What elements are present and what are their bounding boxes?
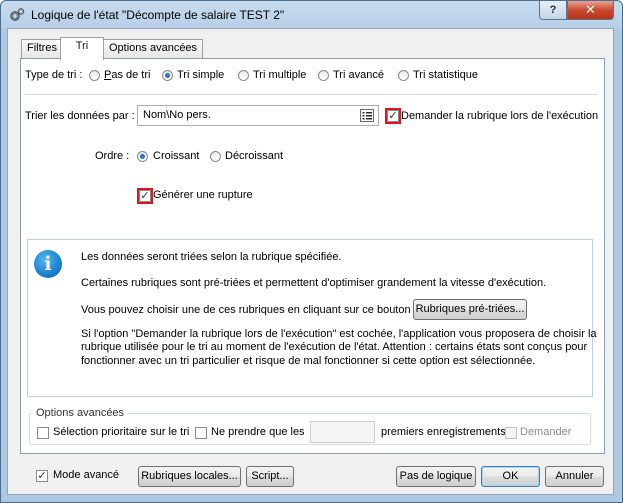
limit-records-input[interactable] xyxy=(310,421,375,443)
radio-pas-de-tri-text: as de tri xyxy=(111,69,151,81)
radio-decroissant-label[interactable]: Décroissant xyxy=(225,150,283,162)
script-button[interactable]: Script... xyxy=(246,466,294,487)
radio-tri-multiple-label[interactable]: Tri multiple xyxy=(253,69,306,81)
ask-field-checkbox[interactable]: ✓ xyxy=(385,108,401,124)
separator xyxy=(24,94,598,95)
ok-button[interactable]: OK xyxy=(481,466,540,487)
sort-field-input[interactable]: Nom\No pers. xyxy=(137,105,379,126)
order-label: Ordre : xyxy=(95,150,130,162)
radio-decroissant[interactable] xyxy=(210,151,221,162)
no-logic-button[interactable]: Pas de logique xyxy=(396,466,476,487)
info-line-3: Vous pouvez choisir une de ces rubriques… xyxy=(81,304,417,316)
info-note-3: fonctionner avec un tri particulier et r… xyxy=(81,355,536,367)
radio-tri-statistique[interactable] xyxy=(398,70,409,81)
advanced-options-legend: Options avancées xyxy=(33,407,128,419)
radio-tri-multiple[interactable] xyxy=(238,70,249,81)
limit-records-checkbox[interactable] xyxy=(195,427,207,439)
sort-type-label: Type de tri : xyxy=(25,69,83,81)
radio-croissant[interactable] xyxy=(137,151,148,162)
radio-croissant-label[interactable]: Croissant xyxy=(153,150,199,162)
panel-content: Type de tri : Pas de tri Tri simple Tri … xyxy=(0,0,623,503)
ask-field-label[interactable]: Demander la rubrique lors de l'exécution xyxy=(401,110,598,122)
radio-tri-simple-label[interactable]: Tri simple xyxy=(177,69,224,81)
info-line-1: Les données seront triées selon la rubri… xyxy=(81,251,342,263)
limit-records-label[interactable]: Ne prendre que les xyxy=(211,426,305,438)
sort-by-label: Trier les données par : xyxy=(25,110,135,122)
priority-selection-label[interactable]: Sélection prioritaire sur le tri xyxy=(53,426,189,438)
presorted-fields-button[interactable]: Rubriques pré-triées... xyxy=(413,299,527,320)
radio-pas-de-tri[interactable] xyxy=(89,70,100,81)
list-picker-icon[interactable] xyxy=(359,108,375,123)
info-line-2: Certaines rubriques sont pré-triées et p… xyxy=(81,277,547,289)
advanced-mode-checkbox[interactable]: ✓ xyxy=(36,470,48,482)
radio-tri-statistique-label[interactable]: Tri statistique xyxy=(413,69,478,81)
radio-tri-simple[interactable] xyxy=(162,70,173,81)
info-icon: i xyxy=(34,250,62,278)
sort-field-value: Nom\No pers. xyxy=(143,109,211,121)
ask-limit-checkbox[interactable] xyxy=(505,427,517,439)
break-checkbox[interactable]: ✓ xyxy=(137,188,153,204)
radio-tri-avance-label[interactable]: Tri avancé xyxy=(333,69,384,81)
radio-tri-avance[interactable] xyxy=(318,70,329,81)
cancel-button[interactable]: Annuler xyxy=(545,466,604,487)
ask-limit-label[interactable]: Demander xyxy=(520,426,571,438)
priority-selection-checkbox[interactable] xyxy=(37,427,49,439)
radio-pas-de-tri-label[interactable]: Pas de tri xyxy=(104,69,150,81)
info-note-2: rubrique utilisée pour le tri au moment … xyxy=(81,341,588,353)
info-note-1: Si l'option "Demander la rubrique lors d… xyxy=(81,328,597,340)
limit-records-suffix: premiers enregistrements. xyxy=(381,426,509,438)
advanced-mode-label[interactable]: Mode avancé xyxy=(53,469,119,481)
break-label[interactable]: Générer une rupture xyxy=(153,189,253,201)
local-fields-button[interactable]: Rubriques locales... xyxy=(138,466,241,487)
